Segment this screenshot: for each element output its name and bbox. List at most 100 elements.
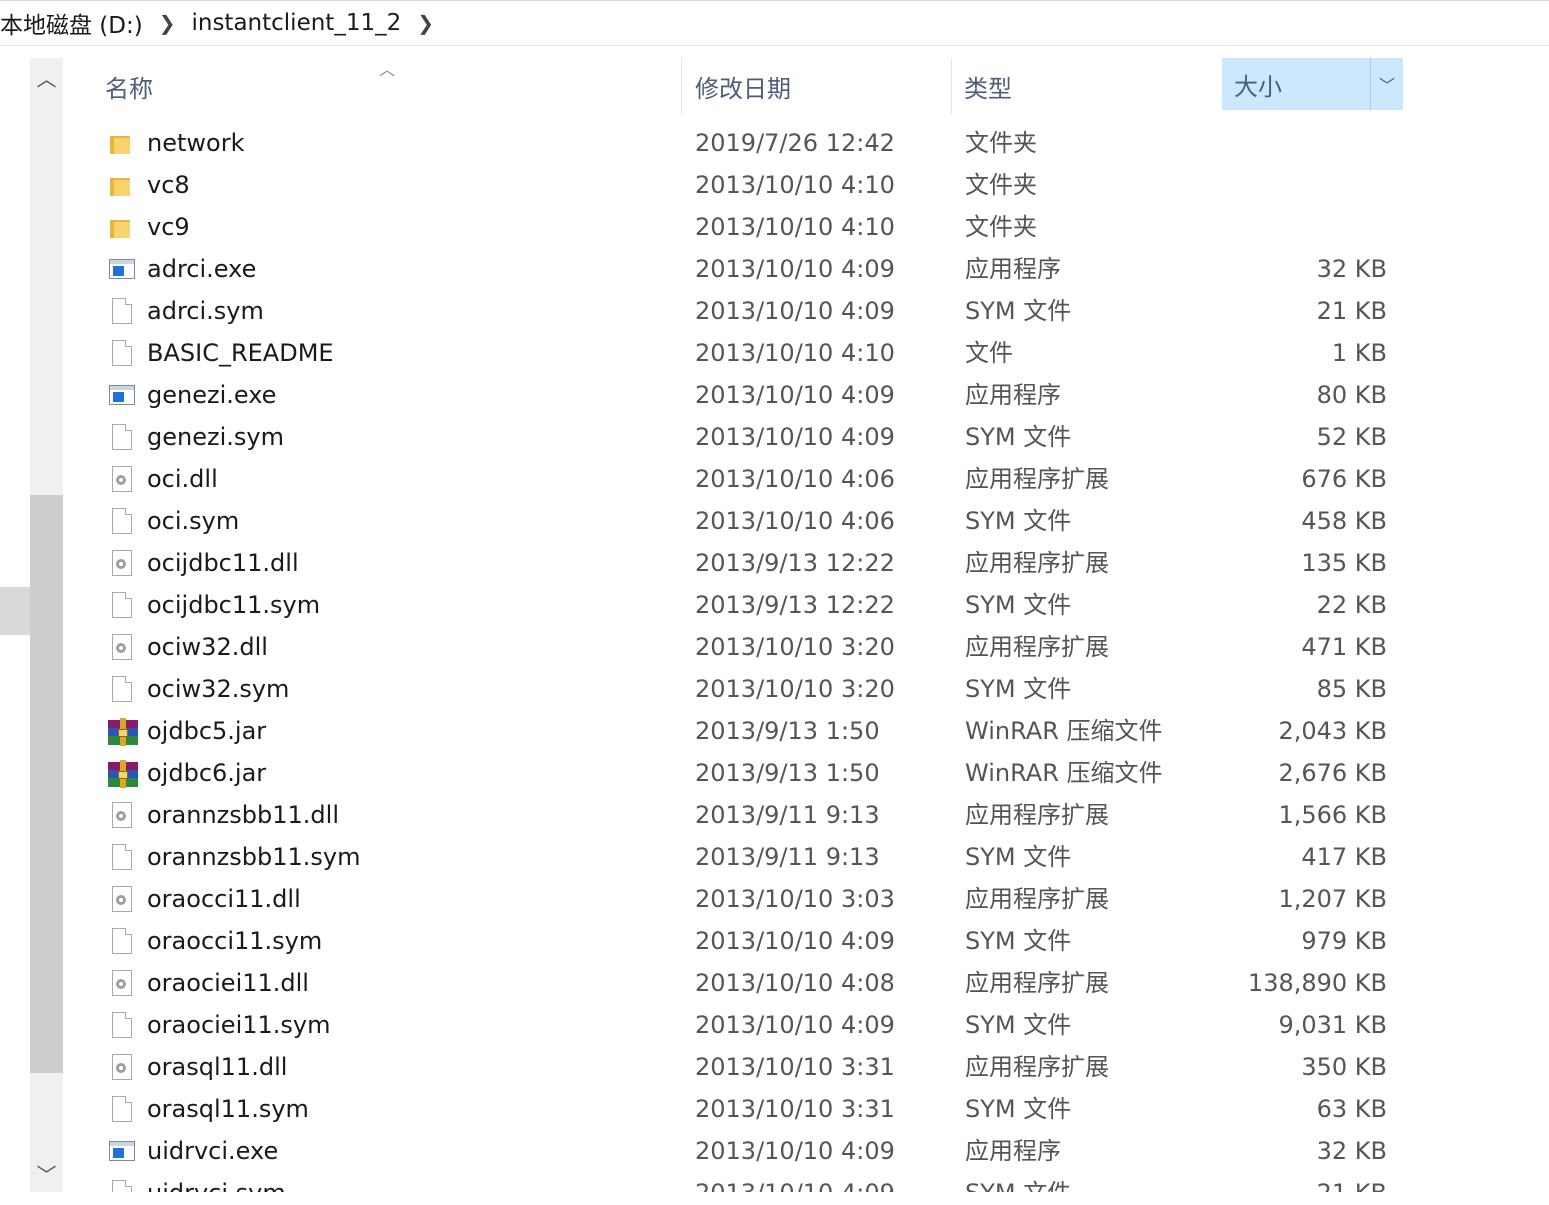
file-date: 2013/10/10 4:09 (695, 255, 895, 283)
file-type: 应用程序 (965, 381, 1061, 409)
file-type: SYM 文件 (965, 423, 1072, 451)
file-size: 676 KB (1301, 465, 1387, 493)
dll-gear-icon (108, 886, 136, 914)
file-row[interactable]: adrci.sym 2013/10/10 4:09 SYM 文件 21 KB (63, 290, 1549, 332)
file-name: ojdbc5.jar (147, 717, 267, 745)
file-name: orannzsbb11.dll (147, 801, 339, 829)
file-row[interactable]: uidrvci.exe 2013/10/10 4:09 应用程序 32 KB (63, 1130, 1549, 1172)
file-row[interactable]: ociw32.dll 2013/10/10 3:20 应用程序扩展 471 KB (63, 626, 1549, 668)
file-name: ojdbc6.jar (147, 759, 267, 787)
file-row[interactable]: network 2019/7/26 12:42 文件夹 (63, 122, 1549, 164)
file-row[interactable]: ojdbc5.jar 2013/9/13 1:50 WinRAR 压缩文件 2,043… (63, 710, 1549, 752)
file-type: 应用程序扩展 (965, 465, 1109, 493)
file-date: 2013/10/10 4:09 (695, 297, 895, 325)
chevron-right-icon[interactable]: ❯ (147, 11, 188, 35)
chevron-right-icon[interactable]: ❯ (405, 11, 446, 35)
breadcrumb-item-drive[interactable]: 本地磁盘 (D:) (0, 6, 147, 40)
file-date: 2013/10/10 4:09 (695, 381, 895, 409)
file-date: 2013/9/13 12:22 (695, 549, 895, 577)
dll-gear-icon (108, 1054, 136, 1082)
file-date: 2013/9/11 9:13 (695, 843, 880, 871)
file-name: ocijdbc11.dll (147, 549, 299, 577)
generic-file-icon (108, 298, 136, 326)
file-size: 138,890 KB (1247, 969, 1387, 997)
scroll-down-arrow-icon[interactable]: ﹀ (30, 1154, 63, 1192)
file-row[interactable]: adrci.exe 2013/10/10 4:09 应用程序 32 KB (63, 248, 1549, 290)
file-row[interactable]: orannzsbb11.sym 2013/9/11 9:13 SYM 文件 417 K… (63, 836, 1549, 878)
file-type: SYM 文件 (965, 591, 1072, 619)
file-date: 2013/9/11 9:13 (695, 801, 880, 829)
vertical-scrollbar[interactable]: ︿ ﹀ (30, 58, 63, 1192)
file-type: SYM 文件 (965, 1095, 1072, 1123)
file-row[interactable]: oraociei11.sym 2013/10/10 4:09 SYM 文件 9,031… (63, 1004, 1549, 1046)
chevron-down-icon[interactable]: ﹀ (1370, 58, 1403, 110)
file-type: WinRAR 压缩文件 (965, 717, 1163, 745)
file-row[interactable]: oci.sym 2013/10/10 4:06 SYM 文件 458 KB (63, 500, 1549, 542)
file-row[interactable]: BASIC_README 2013/10/10 4:10 文件 1 KB (63, 332, 1549, 374)
file-date: 2013/10/10 4:09 (695, 423, 895, 451)
file-date: 2013/10/10 3:31 (695, 1053, 895, 1081)
file-row[interactable]: orannzsbb11.dll 2013/9/11 9:13 应用程序扩展 1,566… (63, 794, 1549, 836)
file-date: 2013/10/10 4:09 (695, 927, 895, 955)
file-name: oraocci11.dll (147, 885, 301, 913)
column-divider[interactable] (681, 58, 682, 114)
file-date: 2013/10/10 3:31 (695, 1095, 895, 1123)
file-type: WinRAR 压缩文件 (965, 759, 1163, 787)
file-name: BASIC_README (147, 339, 334, 367)
scrollbar-thumb[interactable] (30, 495, 63, 1073)
file-row[interactable]: genezi.exe 2013/10/10 4:09 应用程序 80 KB (63, 374, 1549, 416)
generic-file-icon (108, 1012, 136, 1040)
file-row[interactable]: orasql11.dll 2013/10/10 3:31 应用程序扩展 350 KB (63, 1046, 1549, 1088)
file-name: vc9 (147, 213, 190, 241)
file-row[interactable]: vc9 2013/10/10 4:10 文件夹 (63, 206, 1549, 248)
file-type: SYM 文件 (965, 297, 1072, 325)
file-size: 135 KB (1301, 549, 1387, 577)
column-header-name[interactable]: 名称 (105, 58, 153, 114)
dll-gear-icon (108, 802, 136, 830)
dll-gear-icon (108, 970, 136, 998)
application-icon (108, 382, 136, 410)
navigation-pane-selected-item[interactable] (0, 587, 30, 635)
scroll-up-arrow-icon[interactable]: ︿ (30, 58, 63, 96)
column-header-size[interactable]: 大小 ﹀ (1222, 58, 1403, 110)
folder-icon (108, 172, 136, 200)
file-name: orasql11.sym (147, 1095, 309, 1123)
file-list: network 2019/7/26 12:42 文件夹 vc8 2013/10/10 4… (63, 122, 1549, 1192)
file-size: 63 KB (1316, 1095, 1387, 1123)
file-name: genezi.sym (147, 423, 284, 451)
breadcrumb-item-folder[interactable]: instantclient_11_2 (187, 10, 405, 36)
file-type: 应用程序扩展 (965, 801, 1109, 829)
file-row[interactable]: oci.dll 2013/10/10 4:06 应用程序扩展 676 KB (63, 458, 1549, 500)
file-size: 1,207 KB (1278, 885, 1387, 913)
file-row[interactable]: uidrvci.sym 2013/10/10 4:09 SYM 文件 21 KB (63, 1172, 1549, 1192)
file-type: 文件夹 (965, 213, 1037, 241)
file-row[interactable]: ocijdbc11.sym 2013/9/13 12:22 SYM 文件 22 KB (63, 584, 1549, 626)
file-row[interactable]: ojdbc6.jar 2013/9/13 1:50 WinRAR 压缩文件 2,676… (63, 752, 1549, 794)
file-date: 2013/10/10 4:10 (695, 171, 895, 199)
file-type: 应用程序扩展 (965, 549, 1109, 577)
file-type: 应用程序扩展 (965, 633, 1109, 661)
file-date: 2013/9/13 1:50 (695, 717, 880, 745)
file-date: 2019/7/26 12:42 (695, 129, 895, 157)
file-size: 22 KB (1316, 591, 1387, 619)
file-row[interactable]: ocijdbc11.dll 2013/9/13 12:22 应用程序扩展 135 KB (63, 542, 1549, 584)
file-row[interactable]: oraocci11.sym 2013/10/10 4:09 SYM 文件 979 KB (63, 920, 1549, 962)
file-row[interactable]: genezi.sym 2013/10/10 4:09 SYM 文件 52 KB (63, 416, 1549, 458)
file-name: oraociei11.dll (147, 969, 309, 997)
generic-file-icon (108, 928, 136, 956)
file-row[interactable]: oraociei11.dll 2013/10/10 4:08 应用程序扩展 138,8… (63, 962, 1549, 1004)
sort-up-arrow-icon: ︿ (379, 60, 396, 79)
file-row[interactable]: oraocci11.dll 2013/10/10 3:03 应用程序扩展 1,207 … (63, 878, 1549, 920)
file-size: 21 KB (1203, 1172, 1387, 1192)
column-header-type[interactable]: 类型 (964, 58, 1012, 114)
file-row[interactable]: orasql11.sym 2013/10/10 3:31 SYM 文件 63 KB (63, 1088, 1549, 1130)
file-size: 979 KB (1301, 927, 1387, 955)
column-divider[interactable] (951, 58, 952, 114)
file-row[interactable]: ociw32.sym 2013/10/10 3:20 SYM 文件 85 KB (63, 668, 1549, 710)
file-row[interactable]: vc8 2013/10/10 4:10 文件夹 (63, 164, 1549, 206)
file-date: 2013/9/13 12:22 (695, 591, 895, 619)
file-date: 2013/10/10 4:06 (695, 465, 895, 493)
column-header-date[interactable]: 修改日期 (695, 58, 791, 114)
generic-file-icon (108, 1096, 136, 1124)
file-date: 2013/10/10 3:20 (695, 675, 895, 703)
